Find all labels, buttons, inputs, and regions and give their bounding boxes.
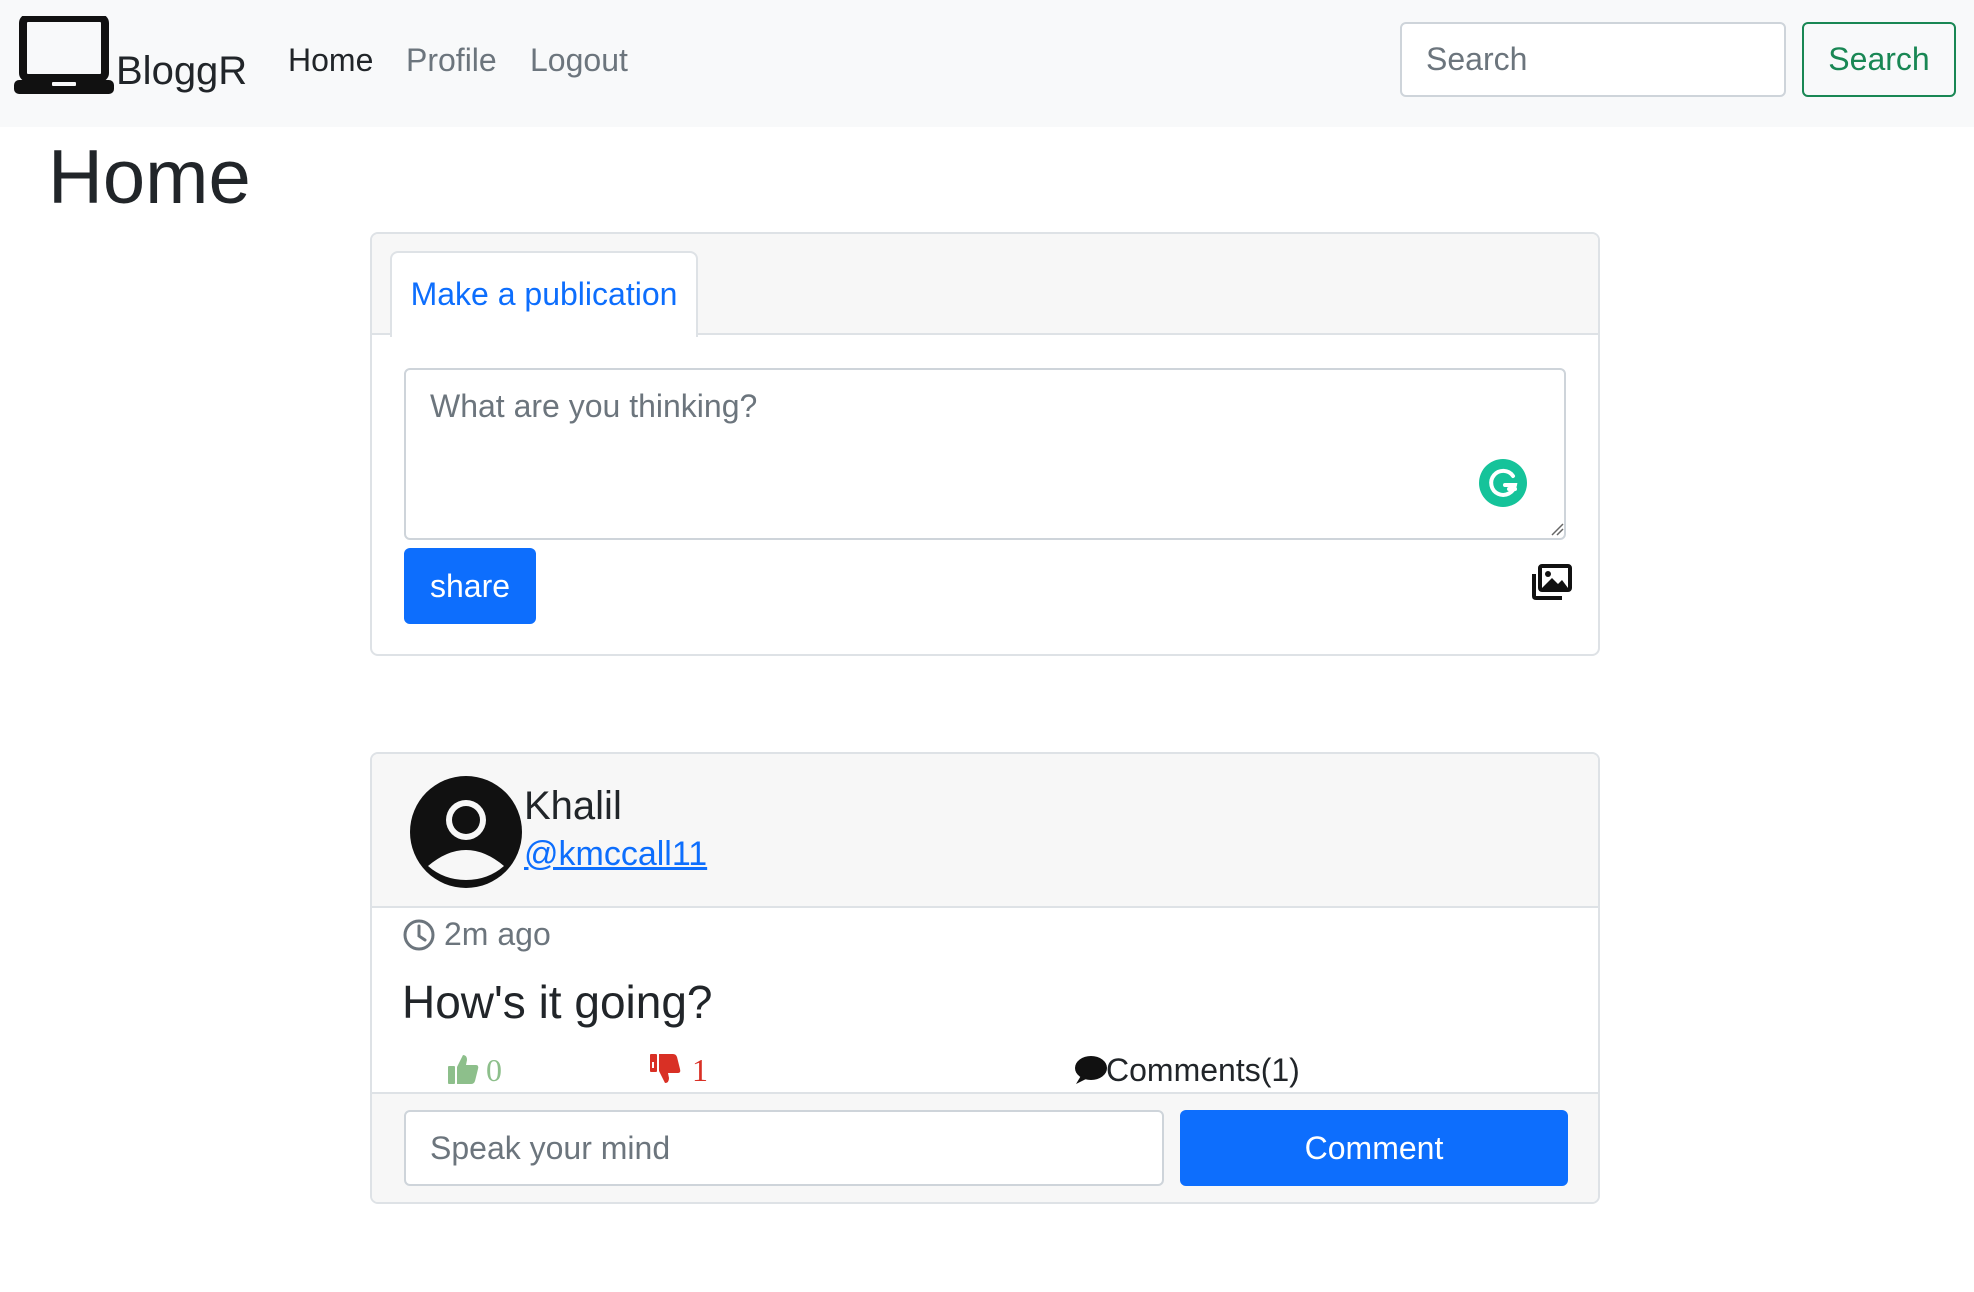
nav-profile-link[interactable]: Profile (406, 36, 497, 84)
publication-textarea[interactable] (404, 368, 1566, 540)
nav-home-link[interactable]: Home (288, 36, 373, 84)
brand-link[interactable]: BloggR (14, 16, 247, 96)
dislike-count: 1 (692, 1052, 708, 1088)
author-handle-link[interactable]: @kmccall11 (524, 832, 707, 876)
nav-logout-link[interactable]: Logout (530, 36, 628, 84)
thumbs-up-icon[interactable] (446, 1052, 480, 1086)
post-timestamp: 2m ago (444, 916, 551, 952)
author-name: Khalil (524, 784, 622, 828)
publication-card: Make a publication share (370, 232, 1600, 656)
grammarly-icon[interactable] (1478, 458, 1528, 508)
search-button[interactable]: Search (1802, 22, 1956, 97)
brand-name: BloggR (116, 49, 248, 93)
laptop-icon (14, 16, 114, 94)
comment-input[interactable] (404, 1110, 1164, 1186)
like-count: 0 (486, 1052, 502, 1088)
images-icon[interactable] (1532, 564, 1572, 600)
thumbs-down-icon[interactable] (648, 1052, 682, 1086)
comment-button[interactable]: Comment (1180, 1110, 1568, 1186)
avatar-icon[interactable] (408, 774, 524, 890)
search-input[interactable] (1400, 22, 1786, 97)
clock-icon (403, 919, 435, 951)
resize-grip-icon[interactable] (1550, 522, 1564, 536)
page-title: Home (48, 135, 251, 220)
tab-make-publication[interactable]: Make a publication (390, 251, 698, 337)
post-card-header: Khalil @kmccall11 (372, 754, 1598, 908)
share-button[interactable]: share (404, 548, 536, 624)
publication-card-header: Make a publication (372, 234, 1598, 337)
comments-link[interactable]: Comments(1) (1106, 1048, 1300, 1092)
comment-bubble-icon[interactable] (1072, 1054, 1108, 1086)
navbar: BloggR Home Profile Logout Search (0, 0, 1974, 127)
post-card: Khalil @kmccall11 2m ago How's it going?… (370, 752, 1600, 1204)
post-text: How's it going? (402, 976, 713, 1028)
post-card-footer: Comment (372, 1092, 1598, 1202)
